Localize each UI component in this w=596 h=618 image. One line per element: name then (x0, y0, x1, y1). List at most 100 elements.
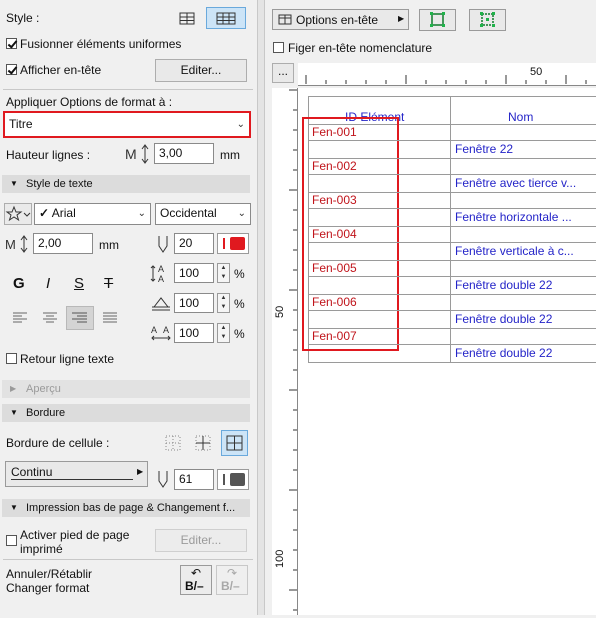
char-spacing-icon: AA (150, 323, 172, 343)
row-height-label: Hauteur lignes : (6, 148, 91, 162)
style-label: Style : (6, 11, 40, 25)
redo-icon: ↷ (227, 566, 238, 580)
pen-color-swatch (230, 237, 245, 250)
char-width-input[interactable]: 100 (174, 263, 214, 283)
align-left-icon[interactable] (12, 311, 28, 325)
id-cell[interactable]: Fen-007 (312, 329, 357, 343)
header-options-button[interactable]: Options en-tête ▶ (272, 9, 409, 30)
merge-checkbox[interactable] (6, 38, 17, 49)
row-height-input[interactable]: 3,00 (154, 143, 214, 164)
merge-label: Fusionner éléments uniformes (20, 37, 182, 51)
apply-format-select[interactable]: Titre ⌄ (3, 111, 251, 138)
font-select[interactable]: ✓ Arial ⌄ (34, 203, 151, 225)
wrap-text-checkbox[interactable] (6, 353, 17, 364)
row-height-icon: M (124, 143, 150, 165)
apply-format-value: Titre (9, 117, 33, 131)
edit-header-button[interactable]: Editer... (155, 59, 247, 82)
nom-cell[interactable]: Fenêtre horizontale ... (455, 210, 595, 224)
border-inner-icon[interactable] (193, 433, 213, 453)
char-spacing-input[interactable]: 100 (174, 323, 214, 343)
text-size-icon: M (4, 234, 30, 254)
footer-label-2: imprimé (20, 542, 63, 556)
row-divider (308, 276, 596, 277)
id-cell[interactable]: Fen-006 (312, 295, 357, 309)
show-header-checkbox[interactable] (6, 64, 17, 75)
char-width-icon: AA (150, 263, 172, 284)
id-cell[interactable]: Fen-002 (312, 159, 357, 173)
id-cell[interactable]: Fen-003 (312, 193, 357, 207)
pen-number-input[interactable]: 20 (174, 233, 214, 254)
percent-label: % (234, 297, 245, 311)
nom-cell[interactable]: Fenêtre verticale à c... (455, 244, 595, 258)
select-frame-icon (430, 12, 445, 27)
undo-label-1: Annuler/Rétablir (6, 567, 93, 581)
line-type-select[interactable]: Continu ▶ (5, 461, 148, 487)
italic-button[interactable]: I (46, 275, 50, 292)
check-icon: ✓ (39, 206, 50, 220)
grid-style-icon[interactable] (176, 8, 198, 28)
column-header-nom[interactable]: Nom (508, 110, 533, 124)
undo-icon: ↶ (191, 566, 202, 580)
text-size-unit: mm (99, 238, 119, 252)
bold-button[interactable]: G (13, 275, 25, 292)
border-none-icon[interactable] (163, 433, 183, 453)
print-footer-section[interactable]: ▼ Impression bas de page & Changement f.… (2, 499, 250, 517)
char-spacing-stepper[interactable]: ▲ ▼ (217, 323, 230, 343)
select-points-button[interactable] (469, 9, 506, 31)
nom-cell[interactable]: Fenêtre double 22 (455, 346, 595, 360)
freeze-header-label: Figer en-tête nomenclature (288, 41, 433, 55)
spacing-input[interactable]: 100 (174, 293, 214, 313)
nom-cell[interactable]: Fenêtre double 22 (455, 278, 595, 292)
svg-text:A: A (151, 325, 157, 335)
chevron-right-icon: ▶ (398, 14, 405, 23)
freeze-header-checkbox[interactable] (273, 42, 284, 53)
grid-full-style-icon[interactable] (206, 7, 246, 29)
border-pen-color-button[interactable] (217, 469, 249, 490)
percent-label: % (234, 327, 245, 341)
text-size-input[interactable]: 2,00 (33, 233, 93, 254)
nom-cell[interactable]: Fenêtre avec tierce v... (455, 176, 595, 190)
svg-text:A: A (158, 274, 164, 283)
undo-format-button[interactable]: ↶ B/– (180, 565, 212, 595)
footer-checkbox[interactable] (6, 535, 17, 546)
char-width-stepper[interactable]: ▲ ▼ (217, 263, 230, 283)
justify-icon[interactable] (102, 311, 118, 325)
footer-edit-button[interactable]: Editer... (155, 529, 247, 552)
border-all-icon[interactable] (221, 430, 248, 456)
align-right-icon[interactable] (66, 306, 94, 330)
nom-cell[interactable]: Fenêtre double 22 (455, 312, 595, 326)
format-options-panel: Style : Fusionner éléments uniformes Aff… (0, 0, 257, 615)
border-section[interactable]: ▼ Bordure (2, 404, 250, 422)
underline-button[interactable]: S (74, 275, 84, 292)
spacing-icon (150, 293, 172, 313)
panel-divider[interactable] (257, 0, 265, 615)
undo-label-2: Changer format (6, 581, 90, 595)
preview-section[interactable]: ▶ Aperçu (2, 380, 250, 398)
id-cell[interactable]: Fen-001 (312, 125, 357, 139)
pen-color-button[interactable] (217, 233, 249, 254)
percent-label: % (234, 267, 245, 281)
ruler-menu-button[interactable]: ... (272, 63, 294, 83)
favorite-style-icon[interactable] (4, 203, 32, 225)
ruler-mark: 50 (530, 66, 543, 78)
id-cell[interactable]: Fen-004 (312, 227, 357, 241)
expand-triangle-icon: ▶ (10, 384, 17, 393)
id-cell[interactable]: Fen-005 (312, 261, 357, 275)
ruler-mark: 50 (274, 305, 286, 318)
chevron-down-icon: ⌄ (236, 119, 245, 130)
encoding-select[interactable]: Occidental ⌄ (155, 203, 251, 225)
encoding-value: Occidental (160, 206, 217, 220)
pen-icon (156, 234, 170, 254)
nom-cell[interactable]: Fenêtre 22 (455, 142, 595, 156)
row-divider (308, 208, 596, 209)
row-divider (308, 310, 596, 311)
spacing-stepper[interactable]: ▲ ▼ (217, 293, 230, 313)
text-style-section[interactable]: ▼ Style de texte (2, 175, 250, 193)
strikethrough-button[interactable]: T (104, 275, 113, 292)
chevron-down-icon: ⌄ (237, 208, 246, 219)
redo-format-button[interactable]: ↷ B/– (216, 565, 248, 595)
align-center-icon[interactable] (42, 311, 58, 325)
apply-format-label: Appliquer Options de format à : (6, 95, 173, 109)
select-frame-button[interactable] (419, 9, 456, 31)
border-pen-input[interactable]: 61 (174, 469, 214, 490)
